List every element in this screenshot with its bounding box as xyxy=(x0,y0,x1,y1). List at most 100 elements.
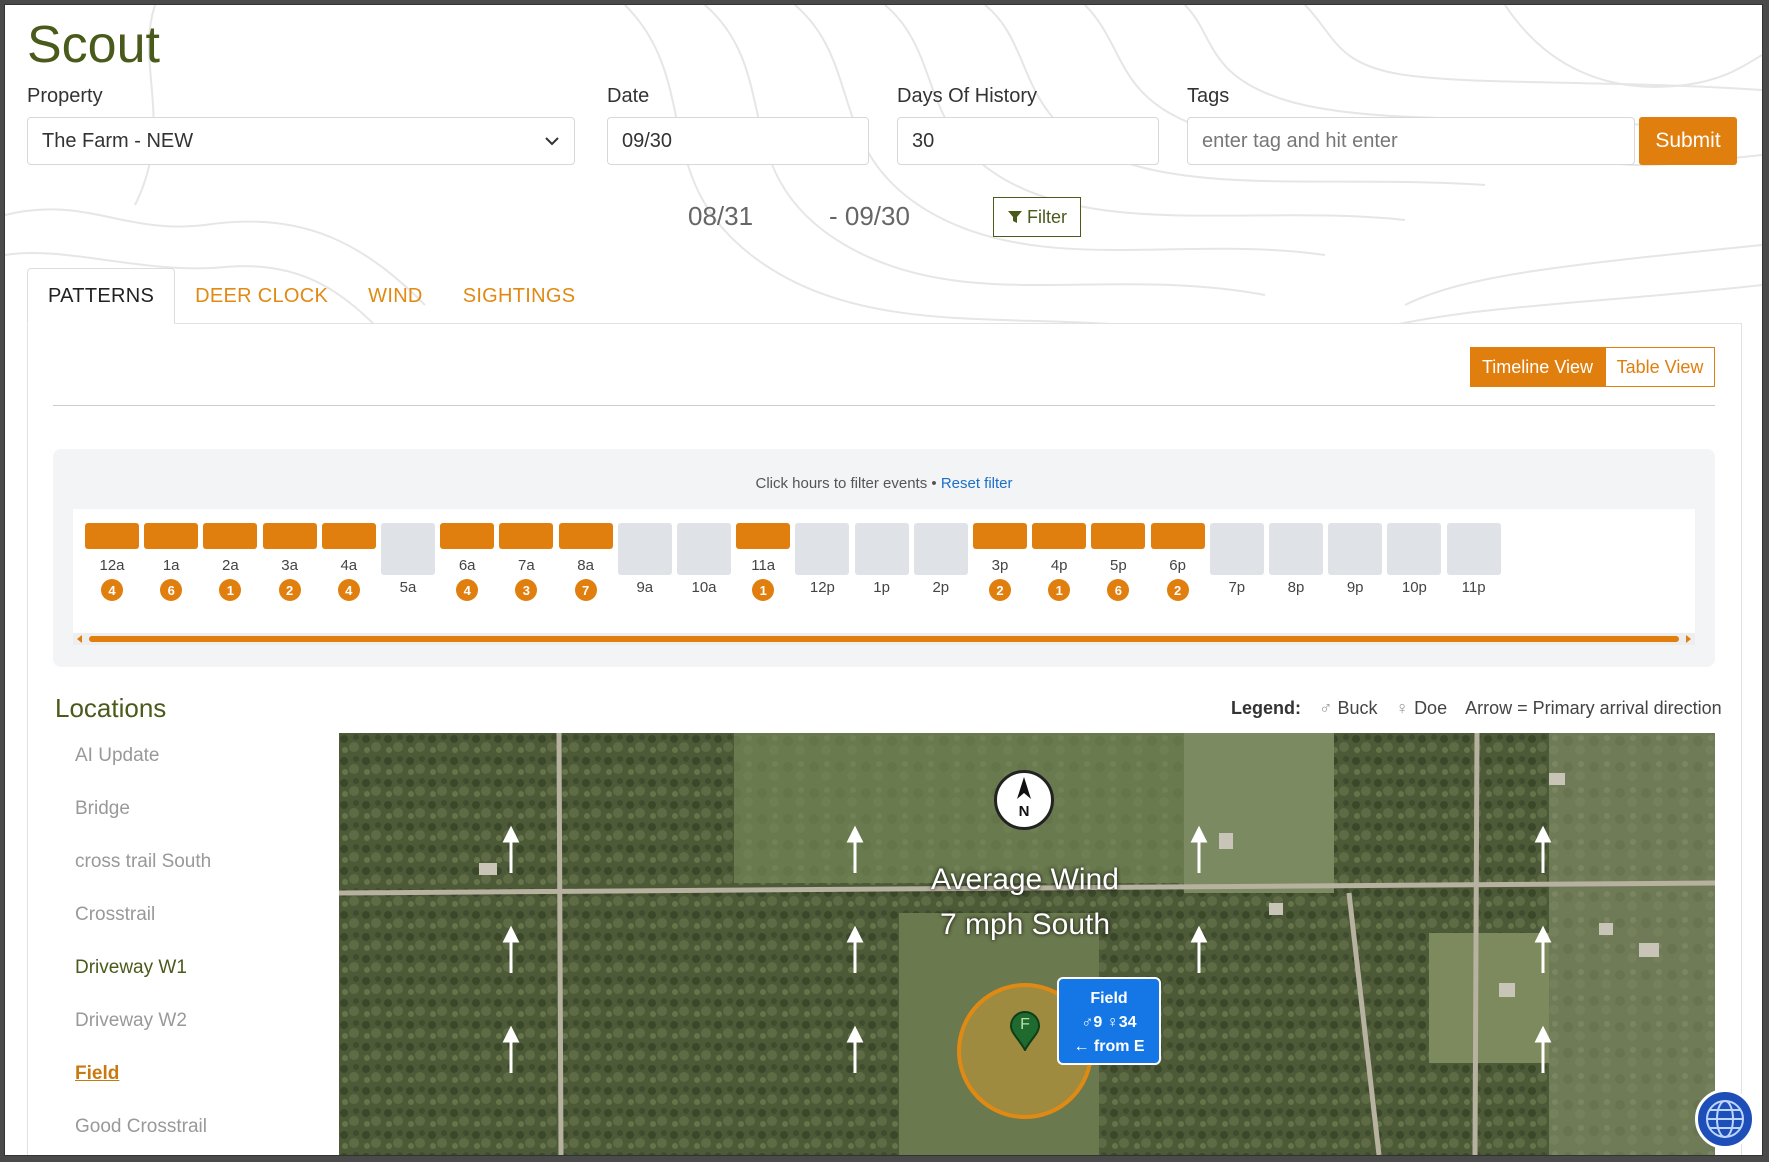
scrollbar-thumb[interactable] xyxy=(89,636,1679,642)
hour-bar-active[interactable] xyxy=(203,523,258,549)
hour-cell[interactable]: 4a 4 xyxy=(321,509,376,609)
globe-icon[interactable] xyxy=(1695,1089,1755,1149)
hour-bar-active[interactable] xyxy=(262,523,317,549)
hour-bar-empty[interactable] xyxy=(1209,523,1264,575)
hour-cell[interactable]: 8p xyxy=(1269,509,1323,609)
hour-bar-active[interactable] xyxy=(736,523,791,549)
app-title: Scout xyxy=(27,16,160,74)
hour-cell[interactable]: 9p xyxy=(1328,509,1383,609)
hour-cell[interactable]: 2a 1 xyxy=(203,509,258,609)
hour-bar-active[interactable] xyxy=(499,523,554,549)
location-item[interactable]: Bridge xyxy=(75,798,130,820)
hour-label: 11a xyxy=(751,557,776,574)
hour-bar-empty[interactable] xyxy=(617,523,672,575)
tags-label: Tags xyxy=(1187,85,1230,107)
hour-bar-active[interactable] xyxy=(558,523,613,549)
male-icon: ♂ xyxy=(1319,698,1333,718)
tab-deer-clock[interactable]: DEER CLOCK xyxy=(175,268,348,324)
filter-button-label: Filter xyxy=(1027,206,1067,227)
hour-bar-active[interactable] xyxy=(144,523,199,549)
wind-title: Average Wind xyxy=(931,863,1119,896)
scroll-left-icon[interactable] xyxy=(75,634,85,644)
hour-label: 5p xyxy=(1110,557,1127,574)
location-item[interactable]: Good Crosstrail xyxy=(75,1116,207,1138)
hour-bar-empty[interactable] xyxy=(854,523,909,575)
hour-cell[interactable]: 11a 1 xyxy=(736,509,791,609)
hour-cell[interactable]: 8a 7 xyxy=(558,509,613,609)
hour-bar-empty[interactable] xyxy=(913,523,968,575)
hour-cell[interactable]: 11p xyxy=(1446,509,1501,609)
location-item[interactable]: cross trail South xyxy=(75,851,211,873)
location-item[interactable]: Crosstrail xyxy=(75,904,155,926)
compass-icon: N xyxy=(994,770,1054,830)
hour-label: 12p xyxy=(809,579,835,596)
location-popup[interactable]: Field ♂9 ♀34 ← from E xyxy=(1057,977,1161,1065)
hour-cell[interactable]: 1a 6 xyxy=(144,509,199,609)
date-input[interactable]: 09/30 xyxy=(607,117,869,165)
hour-cell[interactable]: 12a 4 xyxy=(85,509,139,609)
filter-button[interactable]: Filter xyxy=(993,197,1081,237)
satellite-map[interactable]: N Average Wind 7 mph South F Field ♂9 ♀3… xyxy=(339,733,1715,1155)
hour-bar-empty[interactable] xyxy=(1387,523,1442,575)
submit-button[interactable]: Submit xyxy=(1639,117,1737,165)
tags-input[interactable]: enter tag and hit enter xyxy=(1187,117,1635,165)
tab-sightings[interactable]: SIGHTINGS xyxy=(443,268,596,324)
hour-label: 11p xyxy=(1461,579,1486,596)
legend-doe: ♀ Doe xyxy=(1396,698,1448,719)
hour-cell[interactable]: 10a xyxy=(677,509,731,609)
hour-bar-empty[interactable] xyxy=(795,523,850,575)
hour-bar-empty[interactable] xyxy=(1269,523,1323,575)
hour-cell[interactable]: 3a 2 xyxy=(262,509,317,609)
hour-bar-empty[interactable] xyxy=(381,523,435,575)
hour-cell[interactable]: 4p 1 xyxy=(1032,509,1087,609)
location-item[interactable]: Driveway W1 xyxy=(75,957,187,979)
legend: Legend: ♂ Buck ♀ Doe Arrow = Primary arr… xyxy=(1231,698,1722,719)
hour-count-badge: 4 xyxy=(456,579,479,601)
property-select[interactable]: The Farm - NEW xyxy=(27,117,575,165)
hour-bar-active[interactable] xyxy=(321,523,376,549)
hour-cell[interactable]: 10p xyxy=(1387,509,1442,609)
hour-label: 6p xyxy=(1169,557,1186,574)
hour-label: 7p xyxy=(1228,579,1246,596)
hour-bar-active[interactable] xyxy=(973,523,1027,549)
table-view-button[interactable]: Table View xyxy=(1605,347,1715,387)
location-item[interactable]: Driveway W2 xyxy=(75,1010,187,1032)
hour-count-badge: 2 xyxy=(1166,579,1189,601)
hour-cell[interactable]: 5a xyxy=(381,509,435,609)
location-marker[interactable]: F xyxy=(1009,1011,1041,1053)
hour-cell[interactable]: 6p 2 xyxy=(1150,509,1205,609)
scroll-right-icon[interactable] xyxy=(1683,634,1693,644)
hour-cell[interactable]: 7a 3 xyxy=(499,509,554,609)
hour-bar-active[interactable] xyxy=(85,523,139,549)
legend-doe-label: Doe xyxy=(1414,698,1448,718)
hour-bar-active[interactable] xyxy=(1150,523,1205,549)
hour-cell[interactable]: 7p xyxy=(1209,509,1264,609)
tab-wind[interactable]: WIND xyxy=(348,268,443,324)
hour-cell[interactable]: 9a xyxy=(617,509,672,609)
hour-cell[interactable]: 2p xyxy=(913,509,968,609)
hour-label: 1p xyxy=(873,579,890,596)
hour-bar-empty[interactable] xyxy=(677,523,731,575)
location-item[interactable]: AI Update xyxy=(75,745,160,767)
hour-bar-active[interactable] xyxy=(1091,523,1146,549)
hour-cell[interactable]: 5p 6 xyxy=(1091,509,1146,609)
location-item-selected[interactable]: Field xyxy=(75,1063,119,1085)
timeline-hint-text: Click hours to filter events • xyxy=(755,475,937,492)
hour-bar-active[interactable] xyxy=(440,523,495,549)
hour-cell[interactable]: 1p xyxy=(854,509,909,609)
hour-bar-empty[interactable] xyxy=(1328,523,1383,575)
days-history-input[interactable]: 30 xyxy=(897,117,1159,165)
hour-bar-empty[interactable] xyxy=(1446,523,1501,575)
hour-bar-active[interactable] xyxy=(1032,523,1087,549)
tab-patterns[interactable]: PATTERNS xyxy=(27,268,176,324)
hour-cell[interactable]: 12p xyxy=(795,509,850,609)
hour-label: 9a xyxy=(636,579,654,596)
hour-cell[interactable]: 3p 2 xyxy=(973,509,1027,609)
tab-bar: PATTERNS DEER CLOCK WIND SIGHTINGS xyxy=(27,268,595,324)
timeline-view-button[interactable]: Timeline View xyxy=(1470,347,1605,387)
timeline-scrollbar[interactable] xyxy=(73,633,1695,645)
legend-arrow: Arrow = Primary arrival direction xyxy=(1465,698,1722,718)
hour-cell[interactable]: 6a 4 xyxy=(440,509,495,609)
hours-row: 12a 4 1a 6 2a 1 3a 2 4a 4 5a 6a 4 7a 3 8a 7 9a 10a 11a 1 12p 1… xyxy=(73,509,1695,609)
reset-filter-link[interactable]: Reset filter xyxy=(941,475,1013,492)
